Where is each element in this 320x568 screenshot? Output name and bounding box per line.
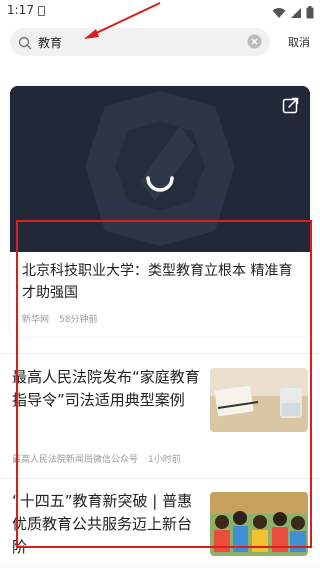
loading-spinner (140, 156, 180, 196)
battery-icon (306, 4, 314, 23)
share-icon[interactable] (282, 96, 300, 114)
status-bar: 1:17 (0, 0, 320, 22)
search-input[interactable] (38, 32, 238, 52)
annotation-highlight-box (16, 220, 312, 548)
signal-icon (290, 4, 302, 23)
cancel-button[interactable]: 取消 (288, 34, 310, 50)
clear-icon[interactable] (247, 34, 262, 49)
status-icons (272, 4, 314, 23)
bottom-edge (0, 563, 320, 568)
search-results-screen: 1:17 取消 (0, 0, 320, 568)
search-icon (18, 35, 32, 50)
status-time: 1:17 (7, 3, 34, 17)
wifi-icon (272, 4, 286, 23)
sim-icon (38, 6, 45, 16)
search-box[interactable] (10, 28, 270, 56)
